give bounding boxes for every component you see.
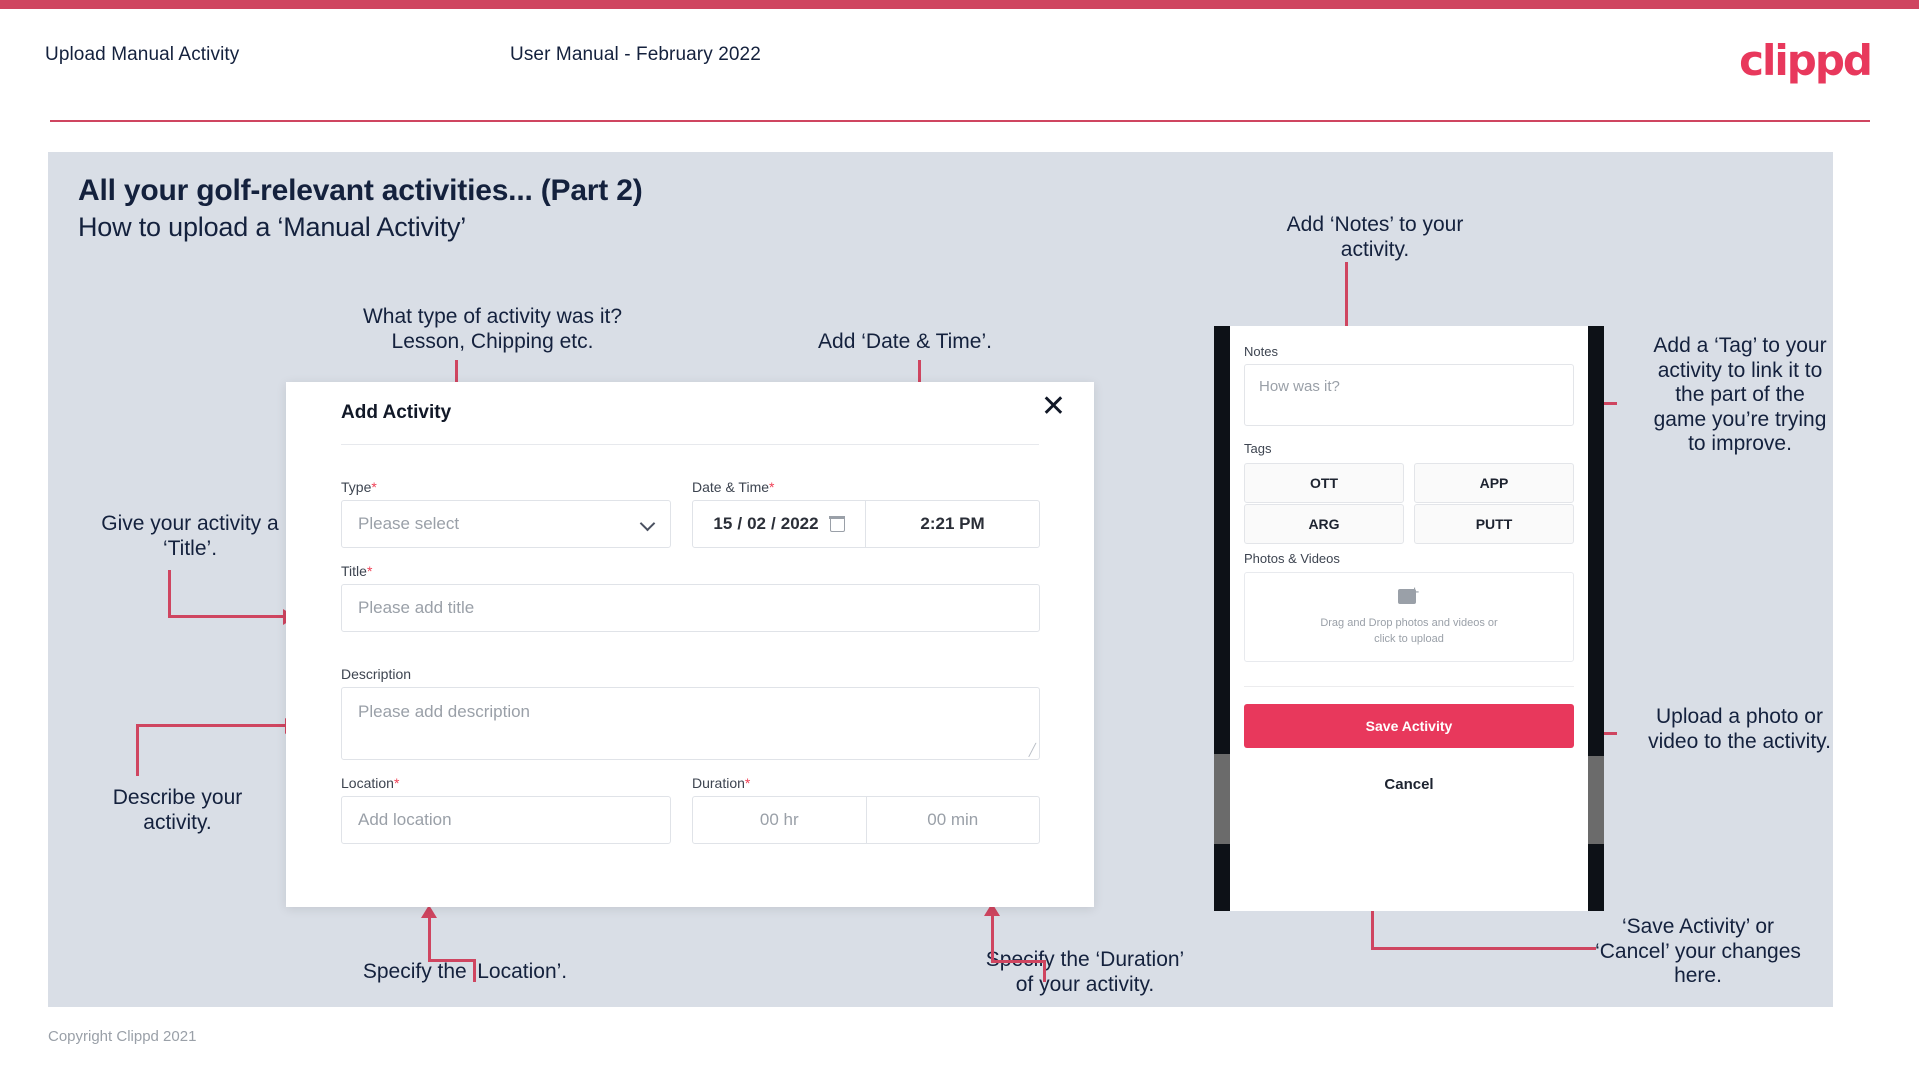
add-activity-dialog: Add Activity ✕ Type* Please select Date …	[286, 382, 1094, 907]
calendar-icon[interactable]	[828, 515, 846, 532]
time-input[interactable]: 2:21 PM	[866, 501, 1039, 547]
date-sep-1: /	[737, 514, 743, 533]
connector-location-v1	[428, 917, 431, 962]
image-add-icon: +	[1398, 586, 1420, 605]
document-subtitle: User Manual - February 2022	[510, 44, 761, 65]
notes-placeholder: How was it?	[1259, 378, 1340, 395]
phone-mockup: Notes How was it? Tags OTT APP ARG PUTT …	[1214, 326, 1604, 911]
tags-label: Tags	[1244, 441, 1272, 456]
connector-duration-h	[991, 960, 1046, 963]
connector-title-v	[168, 570, 171, 618]
duration-hours-input[interactable]: 00 hr	[693, 797, 866, 843]
location-required-mark: *	[393, 775, 400, 791]
connector-location-h	[428, 959, 476, 962]
datetime-label: Date & Time*	[692, 479, 774, 495]
tag-arg[interactable]: ARG	[1244, 504, 1404, 544]
location-label-text: Location	[341, 775, 394, 791]
type-label: Type*	[341, 479, 377, 495]
location-input[interactable]: Add location	[341, 796, 671, 844]
tag-putt[interactable]: PUTT	[1414, 504, 1574, 544]
location-placeholder: Add location	[358, 810, 452, 829]
annotation-type: What type of activity was it? Lesson, Chi…	[362, 305, 623, 353]
date-month: 02	[747, 514, 766, 533]
annotation-location: Specify the ‘Location’.	[362, 960, 568, 983]
type-select[interactable]: Please select	[341, 500, 671, 548]
photo-dropzone[interactable]: + Drag and Drop photos and videos or cli…	[1244, 572, 1574, 662]
location-label: Location*	[341, 775, 399, 791]
title-placeholder: Please add title	[358, 598, 475, 617]
copyright-text: Copyright Clippd 2021	[48, 1028, 197, 1045]
title-input[interactable]: Please add title	[341, 584, 1040, 632]
connector-desc-h	[136, 724, 288, 727]
datetime-required-mark: *	[769, 479, 775, 495]
connector-desc-v	[136, 726, 139, 776]
slide-heading: All your golf-relevant activities... (Pa…	[78, 174, 643, 207]
header-divider	[50, 120, 1870, 122]
annotation-notes: Add ‘Notes’ to your activity.	[1286, 213, 1464, 261]
notes-label: Notes	[1244, 344, 1278, 359]
title-required-mark: *	[366, 563, 373, 579]
type-label-text: Type	[341, 479, 372, 495]
dropzone-line-1: Drag and Drop photos and videos or	[1320, 616, 1498, 629]
duration-label-text: Duration	[692, 775, 745, 791]
top-accent-stripe	[0, 0, 1919, 9]
connector-save-h1	[1528, 947, 1596, 950]
description-label-text: Description	[341, 666, 412, 682]
close-icon[interactable]: ✕	[1041, 392, 1066, 422]
annotation-tags: Add a ‘Tag’ to your activity to link it t…	[1653, 334, 1827, 456]
phone-side-button-right	[1588, 756, 1604, 844]
notes-textarea[interactable]: How was it?	[1244, 364, 1574, 426]
date-sep-2: /	[771, 514, 776, 533]
duration-field[interactable]: 00 hr 00 min	[692, 796, 1040, 844]
type-required-mark: *	[371, 479, 377, 495]
cancel-button[interactable]: Cancel	[1244, 776, 1574, 793]
description-placeholder: Please add description	[358, 702, 531, 721]
duration-required-mark: *	[744, 775, 751, 791]
description-label: Description	[341, 666, 411, 682]
annotation-duration: Specify the ‘Duration’ of your activity.	[985, 948, 1185, 996]
dropzone-text: Drag and Drop photos and videos or click…	[1320, 615, 1497, 648]
tag-ott[interactable]: OTT	[1244, 463, 1404, 503]
annotation-save: ‘Save Activity’ or ‘Cancel’ your changes h…	[1595, 915, 1801, 988]
connector-save-h2	[1371, 947, 1531, 950]
dialog-header: Add Activity ✕	[286, 382, 1094, 444]
duration-minutes-input[interactable]: 00 min	[867, 797, 1040, 843]
phone-divider	[1244, 686, 1574, 687]
clippd-logo: clippd	[1739, 36, 1873, 85]
description-textarea[interactable]: Please add description ╱	[341, 687, 1040, 760]
date-input[interactable]: 15 / 02 / 2022	[693, 501, 865, 547]
duration-label: Duration*	[692, 775, 750, 791]
title-label: Title*	[341, 563, 372, 579]
annotation-datetime: Add ‘Date & Time’.	[818, 330, 992, 353]
type-placeholder: Please select	[358, 514, 460, 533]
date-day: 15	[713, 514, 733, 533]
save-activity-button[interactable]: Save Activity	[1244, 704, 1574, 748]
connector-location-v2	[473, 959, 476, 982]
phone-side-button-left	[1214, 754, 1230, 844]
phone-screen: Notes How was it? Tags OTT APP ARG PUTT …	[1230, 326, 1588, 911]
datetime-field[interactable]: 15 / 02 / 2022 2:21 PM	[692, 500, 1040, 548]
date-year: 2022	[780, 514, 819, 533]
page-title: Upload Manual Activity	[45, 44, 240, 65]
annotation-photos: Upload a photo or video to the activity.	[1648, 705, 1831, 753]
photos-label: Photos & Videos	[1244, 551, 1340, 566]
dialog-divider	[341, 444, 1039, 445]
connector-duration-v2	[1043, 960, 1046, 982]
datetime-label-text: Date & Time	[692, 479, 770, 495]
tag-app[interactable]: APP	[1414, 463, 1574, 503]
slide-subheading: How to upload a ‘Manual Activity’	[78, 212, 467, 242]
connector-duration-v1	[991, 915, 994, 963]
annotation-description: Describe your activity.	[112, 786, 243, 834]
chevron-down-icon	[642, 518, 654, 530]
dialog-title: Add Activity	[341, 402, 452, 423]
dropzone-line-2: click to upload	[1374, 633, 1444, 645]
resize-handle-icon[interactable]: ╱	[1029, 743, 1036, 757]
connector-title-h	[168, 615, 286, 618]
title-label-text: Title	[341, 563, 367, 579]
